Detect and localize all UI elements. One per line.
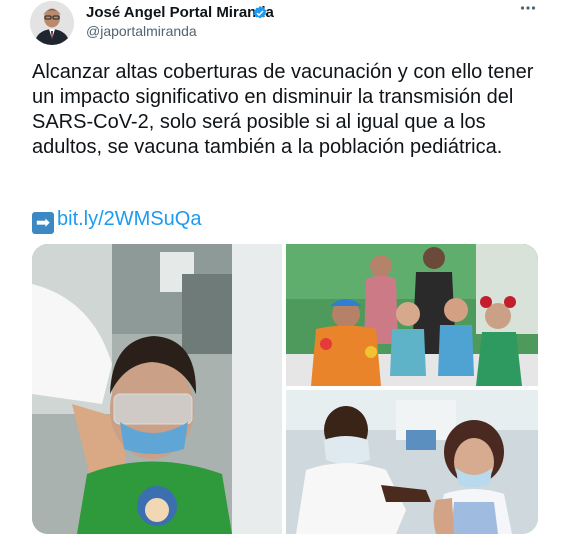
profile-photo-icon	[30, 1, 74, 45]
avatar[interactable]	[30, 1, 74, 45]
media-photo-1[interactable]	[32, 244, 282, 534]
media-grid	[32, 244, 538, 534]
author-name[interactable]: José Angel Portal Miranda	[86, 4, 274, 21]
tweet-text: Alcanzar altas coberturas de vacunación …	[32, 61, 534, 158]
media-photo-2[interactable]	[286, 244, 538, 386]
more-options-icon[interactable]	[520, 0, 536, 21]
child-vaccination-photo-icon	[32, 244, 282, 534]
media-photo-3[interactable]	[286, 390, 538, 534]
author-handle[interactable]: @japortalmiranda	[86, 23, 197, 39]
ellipsis-icon	[520, 6, 536, 10]
tweet-link-row: ➡ bit.ly/2WMSuQa	[32, 207, 201, 234]
nurse-vaccination-photo-icon	[286, 390, 538, 534]
verified-badge-icon	[253, 6, 267, 19]
tweet-card: José Angel Portal Miranda @japortalmiran…	[0, 0, 565, 534]
children-group-photo-icon	[286, 244, 538, 386]
right-arrow-icon: ➡	[32, 212, 54, 234]
tweet-link[interactable]: bit.ly/2WMSuQa	[57, 208, 201, 230]
